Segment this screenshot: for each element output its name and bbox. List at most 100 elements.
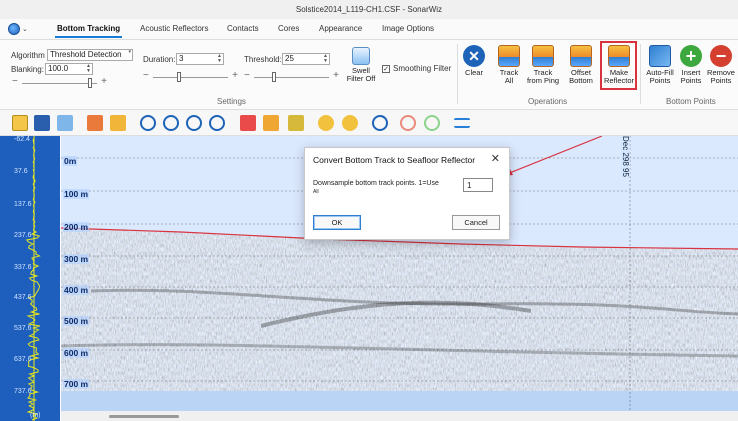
depth-label: 600 m <box>63 348 90 358</box>
color-gain-icon[interactable] <box>263 115 279 131</box>
scale-label: 237.6 <box>14 232 32 239</box>
minus-icon: − <box>710 45 732 67</box>
undo-icon[interactable] <box>400 115 416 131</box>
close-icon[interactable]: ✕ <box>491 152 500 165</box>
ok-button[interactable]: OK <box>313 215 361 230</box>
scrollbar-thumb[interactable] <box>109 415 179 418</box>
crosshair-icon[interactable] <box>240 115 256 131</box>
algorithm-label: Algorithm <box>11 51 45 60</box>
ribbon: Algorithm Threshold Detection ▾ Blanking… <box>0 40 738 110</box>
chevron-down-icon: ▾ <box>128 49 131 55</box>
open-file-icon[interactable] <box>12 115 28 131</box>
plus-icon: + <box>680 45 702 67</box>
gain-plus-icon[interactable] <box>342 115 358 131</box>
smoothing-filter-checkbox[interactable]: ✓ Smoothing Filter <box>382 64 451 73</box>
minus-icon[interactable]: − <box>244 70 250 81</box>
track-all-button[interactable]: Track All <box>494 45 524 85</box>
vertical-fit-icon[interactable] <box>209 115 225 131</box>
minus-icon[interactable]: − <box>143 70 149 81</box>
zoom-fit-icon[interactable] <box>186 115 202 131</box>
depth-label: 700 m <box>63 379 90 389</box>
title-bar: Solstice2014_L119-CH1.CSF - SonarWiz <box>0 0 738 19</box>
app-menu-button[interactable]: ⌄ <box>8 22 32 36</box>
scale-label: 37.6 <box>14 168 28 175</box>
depth-label: 100 m <box>63 189 90 199</box>
dialog-prompt: Downsample bottom track points. 1=Use Al… <box>313 180 439 195</box>
dialog-title: Convert Bottom Track to Seafloor Reflect… <box>313 155 476 165</box>
downsample-input[interactable]: 1 <box>463 178 493 192</box>
scale-label: 637.6 <box>14 356 32 363</box>
refresh-icon[interactable] <box>372 115 388 131</box>
algorithm-select[interactable]: Threshold Detection ▾ <box>47 49 133 61</box>
scale-label: 737.6 <box>14 388 32 395</box>
offset-bottom-button[interactable]: Offset Bottom <box>565 45 597 85</box>
zoom-out-icon[interactable] <box>163 115 179 131</box>
operations-group-label: Operations <box>528 97 568 106</box>
threshold-field[interactable]: 25 ▲ ▼ <box>282 53 330 65</box>
checkmark-icon: ✓ <box>382 64 390 73</box>
offset-bottom-icon <box>570 45 592 67</box>
make-reflector-highlight <box>600 41 637 90</box>
scale-label: 337.6 <box>14 264 32 271</box>
tab-contacts[interactable]: Contacts <box>227 24 259 33</box>
chevron-down-icon: ⌄ <box>22 26 28 33</box>
tab-cores[interactable]: Cores <box>278 24 299 33</box>
insert-points-button[interactable]: + Insert Points <box>678 45 704 85</box>
palette-icon[interactable] <box>110 115 126 131</box>
redo-icon[interactable] <box>424 115 440 131</box>
scale-label: 537.6 <box>14 325 32 332</box>
toolbar <box>0 110 738 136</box>
swell-filter-icon <box>352 47 370 65</box>
layers-icon[interactable] <box>87 115 103 131</box>
track-from-ping-icon <box>532 45 554 67</box>
scale-label: 137.6 <box>14 201 32 208</box>
plus-icon[interactable]: + <box>101 76 107 87</box>
duration-slider[interactable]: − + <box>143 70 238 82</box>
scale-unit: (m) <box>30 412 41 419</box>
horizontal-scrollbar[interactable] <box>61 411 738 421</box>
clear-button[interactable]: ✕ Clear <box>462 45 486 77</box>
zoom-in-icon[interactable] <box>140 115 156 131</box>
scale-label: -62.4 <box>14 136 30 143</box>
print-icon[interactable] <box>34 115 50 131</box>
remove-points-button[interactable]: − Remove Points <box>706 45 736 85</box>
blanking-field[interactable]: 100.0 ▲ ▼ <box>45 63 93 75</box>
spin-arrows-icon: ▲ ▼ <box>323 53 328 64</box>
settings-group-label: Settings <box>217 97 246 106</box>
horizontal-fit-icon[interactable] <box>454 118 470 128</box>
gain-icon[interactable] <box>318 115 334 131</box>
export-icon[interactable] <box>57 115 73 131</box>
grid-icon[interactable] <box>288 115 304 131</box>
depth-label: 400 m <box>63 285 90 295</box>
trace-waveform <box>25 135 41 421</box>
tab-appearance[interactable]: Appearance <box>319 24 362 33</box>
depth-label: 300 m <box>63 254 90 264</box>
auto-fill-icon <box>649 45 671 67</box>
track-all-icon <box>498 45 520 67</box>
depth-label: 0m <box>63 156 78 166</box>
minus-icon[interactable]: − <box>12 76 18 87</box>
tab-acoustic-reflectors[interactable]: Acoustic Reflectors <box>140 24 208 33</box>
bottom-points-group-label: Bottom Points <box>666 97 716 106</box>
plus-icon[interactable]: + <box>232 70 238 81</box>
globe-icon <box>8 23 20 35</box>
clear-icon: ✕ <box>463 45 485 67</box>
event-marker-label: Dec 298 95 <box>621 136 630 177</box>
tab-image-options[interactable]: Image Options <box>382 24 434 33</box>
track-from-ping-button[interactable]: Track from Ping <box>524 45 562 85</box>
spin-arrows-icon: ▲ ▼ <box>217 53 222 64</box>
duration-field[interactable]: 3 ▲ ▼ <box>176 53 224 65</box>
depth-label: 500 m <box>63 316 90 326</box>
plus-icon[interactable]: + <box>333 70 339 81</box>
auto-fill-points-button[interactable]: Auto-Fill Points <box>643 45 677 85</box>
blanking-slider[interactable]: − + <box>12 76 107 88</box>
tab-bottom-tracking[interactable]: Bottom Tracking <box>54 24 123 38</box>
threshold-slider[interactable]: − + <box>244 70 339 82</box>
convert-reflector-dialog: Convert Bottom Track to Seafloor Reflect… <box>304 147 510 240</box>
duration-label: Duration: <box>143 55 176 64</box>
swell-filter-button[interactable]: Swell Filter Off <box>345 47 377 83</box>
blanking-label: Blanking: <box>11 65 44 74</box>
cancel-button[interactable]: Cancel <box>452 215 500 230</box>
scale-label: 437.6 <box>14 294 32 301</box>
window-title: Solstice2014_L119-CH1.CSF - SonarWiz <box>295 5 443 14</box>
